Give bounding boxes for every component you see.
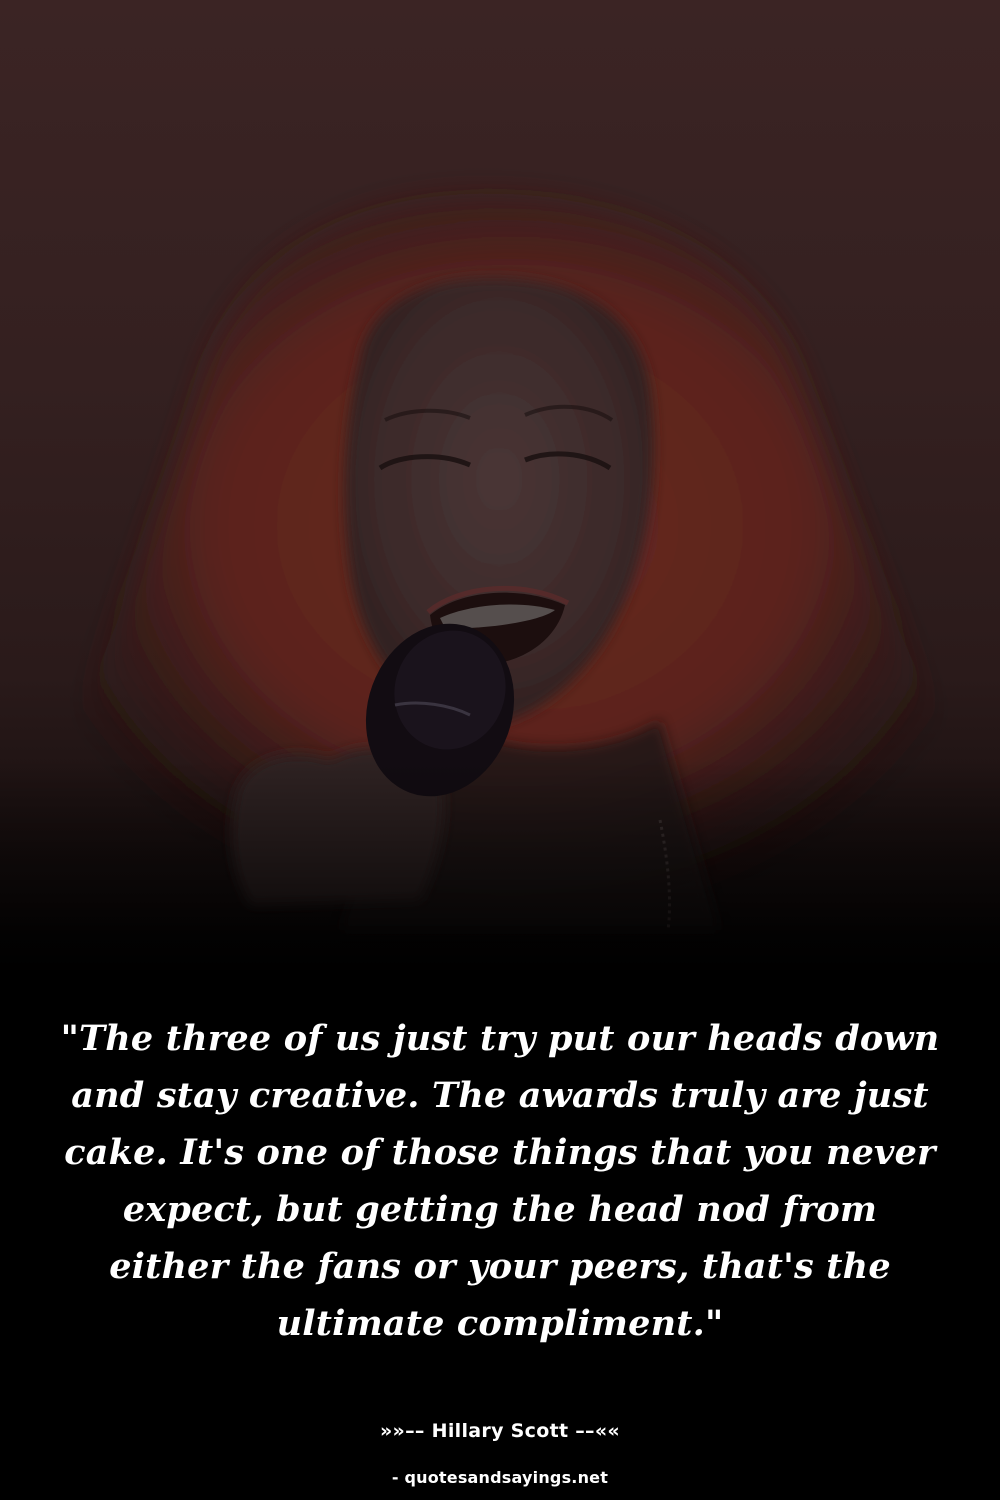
author-attribution: »»–– Hillary Scott ––«« [379,1420,621,1442]
quote-block: "The three of us just try put our heads … [60,1010,940,1352]
source-watermark: - quotesandsayings.net [391,1468,609,1487]
quote-poster: "The three of us just try put our heads … [0,0,1000,1500]
quote-text: "The three of us just try put our heads … [60,1018,940,1344]
